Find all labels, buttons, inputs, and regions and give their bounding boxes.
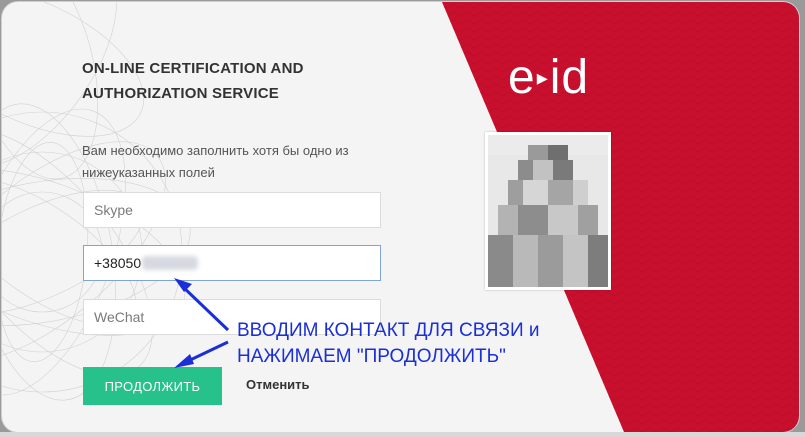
page-title: ON-LINE CERTIFICATION AND AUTHORIZATION … [82, 60, 304, 102]
annotation-line-1: ВВОДИМ КОНТАКТ ДЛЯ СВЯЗИ и [237, 320, 540, 341]
skype-input[interactable] [83, 192, 381, 228]
user-photo-pixelated [485, 132, 611, 290]
eid-logo: e▸id [508, 54, 589, 110]
logo-play-icon: ▸ [536, 65, 549, 90]
pixelated-portrait [488, 135, 608, 287]
continue-button[interactable]: ПРОДОЛЖИТЬ [83, 367, 222, 405]
phone-redacted-blur [142, 256, 198, 270]
phone-input[interactable] [83, 245, 381, 281]
logo-id: id [549, 51, 590, 104]
logo-e: e [508, 51, 536, 104]
annotation-line-2: НАЖИМАЕМ "ПРОДОЛЖИТЬ" [237, 346, 506, 367]
annotation-text: ВВОДИМ КОНТАКТ ДЛЯ СВЯЗИ и НАЖИМАЕМ "ПРО… [237, 318, 577, 370]
cancel-button[interactable]: Отменить [246, 377, 310, 392]
instructions-text: Вам необходимо заполнить хотя бы одно из… [82, 143, 349, 180]
background-strip [0, 432, 805, 437]
